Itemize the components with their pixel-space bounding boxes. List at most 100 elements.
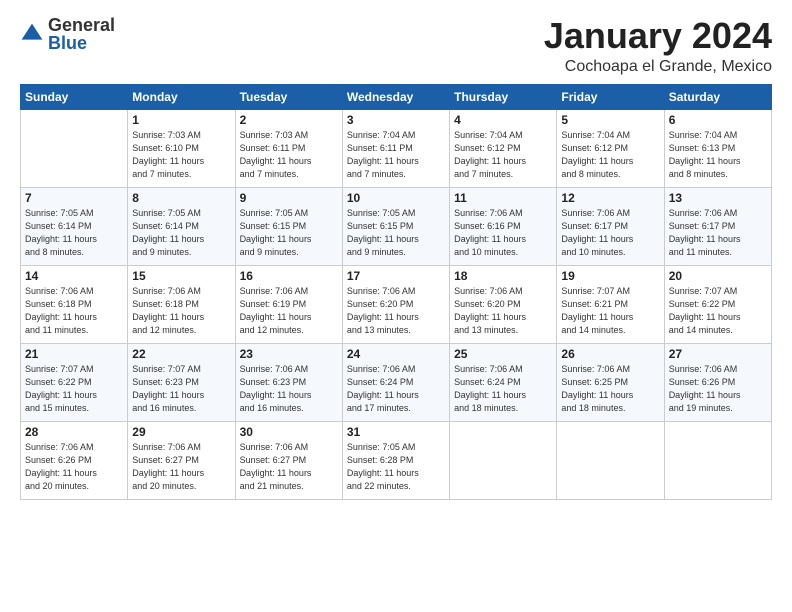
day-cell: 7 Sunrise: 7:05 AMSunset: 6:14 PMDaylight… (21, 187, 128, 265)
header-cell-friday: Friday (557, 84, 664, 109)
logo-blue: Blue (48, 34, 115, 52)
day-info: Sunrise: 7:04 AMSunset: 6:13 PMDaylight:… (669, 129, 767, 181)
day-cell (450, 421, 557, 499)
logo: General Blue (20, 16, 115, 52)
day-number: 23 (240, 347, 338, 361)
day-cell: 4 Sunrise: 7:04 AMSunset: 6:12 PMDaylight… (450, 109, 557, 187)
header-cell-monday: Monday (128, 84, 235, 109)
day-info: Sunrise: 7:05 AMSunset: 6:14 PMDaylight:… (132, 207, 230, 259)
day-number: 21 (25, 347, 123, 361)
day-cell: 6 Sunrise: 7:04 AMSunset: 6:13 PMDaylight… (664, 109, 771, 187)
day-cell: 27 Sunrise: 7:06 AMSunset: 6:26 PMDayligh… (664, 343, 771, 421)
day-number: 18 (454, 269, 552, 283)
day-number: 16 (240, 269, 338, 283)
day-info: Sunrise: 7:07 AMSunset: 6:22 PMDaylight:… (669, 285, 767, 337)
day-info: Sunrise: 7:03 AMSunset: 6:11 PMDaylight:… (240, 129, 338, 181)
day-info: Sunrise: 7:07 AMSunset: 6:23 PMDaylight:… (132, 363, 230, 415)
day-cell: 1Sunrise: 7:03 AMSunset: 6:10 PMDaylight… (128, 109, 235, 187)
day-number: 12 (561, 191, 659, 205)
day-cell: 20Sunrise: 7:07 AMSunset: 6:22 PMDayligh… (664, 265, 771, 343)
header: General Blue January 2024 Cochoapa el Gr… (20, 16, 772, 76)
day-number: 4 (454, 113, 552, 127)
day-number: 6 (669, 113, 767, 127)
day-info: Sunrise: 7:06 AMSunset: 6:26 PMDaylight:… (25, 441, 123, 493)
day-cell: 30Sunrise: 7:06 AMSunset: 6:27 PMDayligh… (235, 421, 342, 499)
calendar-body: 1Sunrise: 7:03 AMSunset: 6:10 PMDaylight… (21, 109, 772, 499)
day-cell: 29 Sunrise: 7:06 AMSunset: 6:27 PMDayligh… (128, 421, 235, 499)
day-cell: 22Sunrise: 7:07 AMSunset: 6:23 PMDayligh… (128, 343, 235, 421)
day-info: Sunrise: 7:05 AMSunset: 6:28 PMDaylight:… (347, 441, 445, 493)
day-number: 25 (454, 347, 552, 361)
day-info: Sunrise: 7:06 AMSunset: 6:20 PMDaylight:… (347, 285, 445, 337)
day-info: Sunrise: 7:06 AMSunset: 6:27 PMDaylight:… (132, 441, 230, 493)
day-cell (664, 421, 771, 499)
day-cell: 8Sunrise: 7:05 AMSunset: 6:14 PMDaylight… (128, 187, 235, 265)
day-info: Sunrise: 7:03 AMSunset: 6:10 PMDaylight:… (132, 129, 230, 181)
day-cell: 21 Sunrise: 7:07 AMSunset: 6:22 PMDayligh… (21, 343, 128, 421)
day-cell: 25 Sunrise: 7:06 AMSunset: 6:24 PMDayligh… (450, 343, 557, 421)
day-info: Sunrise: 7:06 AMSunset: 6:23 PMDaylight:… (240, 363, 338, 415)
day-cell: 19 Sunrise: 7:07 AMSunset: 6:21 PMDayligh… (557, 265, 664, 343)
day-cell: 13Sunrise: 7:06 AMSunset: 6:17 PMDayligh… (664, 187, 771, 265)
day-number: 10 (347, 191, 445, 205)
day-info: Sunrise: 7:06 AMSunset: 6:18 PMDaylight:… (132, 285, 230, 337)
day-info: Sunrise: 7:04 AMSunset: 6:12 PMDaylight:… (454, 129, 552, 181)
day-number: 31 (347, 425, 445, 439)
calendar-header: SundayMondayTuesdayWednesdayThursdayFrid… (21, 84, 772, 109)
day-number: 15 (132, 269, 230, 283)
day-number: 30 (240, 425, 338, 439)
logo-general: General (48, 16, 115, 34)
day-number: 26 (561, 347, 659, 361)
day-info: Sunrise: 7:05 AMSunset: 6:15 PMDaylight:… (347, 207, 445, 259)
day-cell: 24Sunrise: 7:06 AMSunset: 6:24 PMDayligh… (342, 343, 449, 421)
week-row-1: 7 Sunrise: 7:05 AMSunset: 6:14 PMDaylight… (21, 187, 772, 265)
day-number: 13 (669, 191, 767, 205)
day-info: Sunrise: 7:07 AMSunset: 6:21 PMDaylight:… (561, 285, 659, 337)
day-cell (21, 109, 128, 187)
day-info: Sunrise: 7:06 AMSunset: 6:16 PMDaylight:… (454, 207, 552, 259)
day-cell: 17Sunrise: 7:06 AMSunset: 6:20 PMDayligh… (342, 265, 449, 343)
day-number: 9 (240, 191, 338, 205)
header-cell-tuesday: Tuesday (235, 84, 342, 109)
day-info: Sunrise: 7:06 AMSunset: 6:17 PMDaylight:… (561, 207, 659, 259)
calendar-table: SundayMondayTuesdayWednesdayThursdayFrid… (20, 84, 772, 500)
day-info: Sunrise: 7:05 AMSunset: 6:15 PMDaylight:… (240, 207, 338, 259)
day-cell: 12 Sunrise: 7:06 AMSunset: 6:17 PMDayligh… (557, 187, 664, 265)
week-row-4: 28 Sunrise: 7:06 AMSunset: 6:26 PMDayligh… (21, 421, 772, 499)
day-number: 14 (25, 269, 123, 283)
day-info: Sunrise: 7:06 AMSunset: 6:20 PMDaylight:… (454, 285, 552, 337)
logo-text: General Blue (48, 16, 115, 52)
day-cell: 9 Sunrise: 7:05 AMSunset: 6:15 PMDaylight… (235, 187, 342, 265)
day-number: 11 (454, 191, 552, 205)
day-info: Sunrise: 7:06 AMSunset: 6:26 PMDaylight:… (669, 363, 767, 415)
header-cell-saturday: Saturday (664, 84, 771, 109)
page-container: General Blue January 2024 Cochoapa el Gr… (0, 0, 792, 510)
day-cell: 23 Sunrise: 7:06 AMSunset: 6:23 PMDayligh… (235, 343, 342, 421)
day-info: Sunrise: 7:05 AMSunset: 6:14 PMDaylight:… (25, 207, 123, 259)
day-cell: 2 Sunrise: 7:03 AMSunset: 6:11 PMDaylight… (235, 109, 342, 187)
header-cell-sunday: Sunday (21, 84, 128, 109)
day-cell (557, 421, 664, 499)
day-info: Sunrise: 7:04 AMSunset: 6:12 PMDaylight:… (561, 129, 659, 181)
header-row: SundayMondayTuesdayWednesdayThursdayFrid… (21, 84, 772, 109)
day-info: Sunrise: 7:06 AMSunset: 6:18 PMDaylight:… (25, 285, 123, 337)
day-number: 7 (25, 191, 123, 205)
day-info: Sunrise: 7:07 AMSunset: 6:22 PMDaylight:… (25, 363, 123, 415)
day-number: 2 (240, 113, 338, 127)
location: Cochoapa el Grande, Mexico (544, 58, 772, 76)
day-number: 5 (561, 113, 659, 127)
day-cell: 11 Sunrise: 7:06 AMSunset: 6:16 PMDayligh… (450, 187, 557, 265)
day-number: 19 (561, 269, 659, 283)
day-number: 27 (669, 347, 767, 361)
day-cell: 26Sunrise: 7:06 AMSunset: 6:25 PMDayligh… (557, 343, 664, 421)
day-number: 28 (25, 425, 123, 439)
day-number: 24 (347, 347, 445, 361)
day-cell: 14 Sunrise: 7:06 AMSunset: 6:18 PMDayligh… (21, 265, 128, 343)
day-cell: 28 Sunrise: 7:06 AMSunset: 6:26 PMDayligh… (21, 421, 128, 499)
header-cell-thursday: Thursday (450, 84, 557, 109)
title-block: January 2024 Cochoapa el Grande, Mexico (544, 16, 772, 76)
day-number: 3 (347, 113, 445, 127)
day-cell: 31 Sunrise: 7:05 AMSunset: 6:28 PMDayligh… (342, 421, 449, 499)
day-info: Sunrise: 7:06 AMSunset: 6:24 PMDaylight:… (454, 363, 552, 415)
day-number: 29 (132, 425, 230, 439)
